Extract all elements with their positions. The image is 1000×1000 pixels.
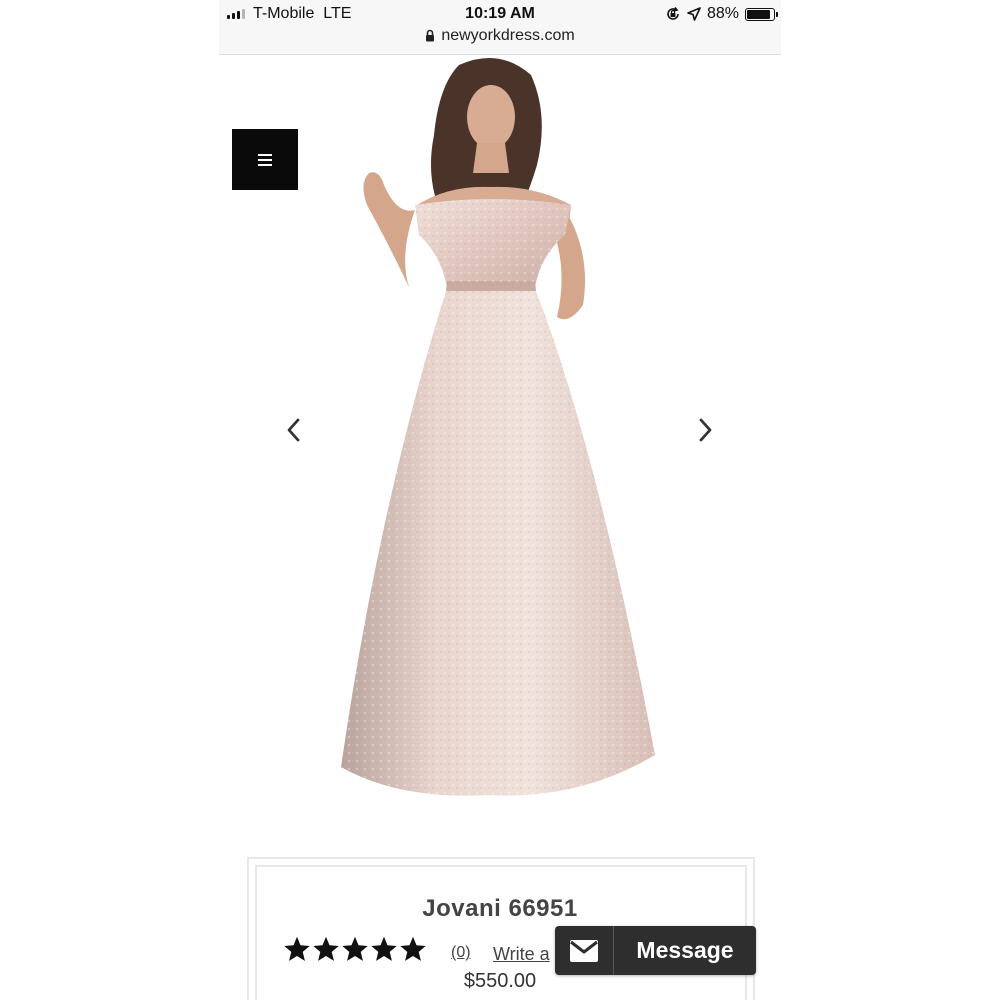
hamburger-icon: [258, 153, 272, 166]
url-text: newyorkdress.com: [441, 27, 575, 44]
envelope-icon: [570, 939, 598, 962]
address-bar[interactable]: newyorkdress.com: [219, 27, 781, 45]
location-arrow-icon: [687, 7, 701, 21]
lock-icon: [426, 29, 435, 42]
product-image-carousel[interactable]: [219, 55, 781, 845]
battery-icon: [745, 7, 778, 21]
status-right: 88%: [665, 5, 778, 23]
write-review-link[interactable]: Write a: [493, 944, 550, 965]
chevron-left-icon: [287, 418, 300, 442]
product-photo: [341, 57, 655, 796]
menu-button[interactable]: [232, 129, 298, 190]
carousel-next-button[interactable]: [691, 410, 721, 450]
star-icon: [371, 936, 397, 961]
star-icon: [342, 936, 368, 961]
mobile-browser-viewport: T-Mobile LTE 10:19 AM newyorkdress.com 8…: [219, 0, 781, 1000]
message-label: Message: [636, 937, 734, 963]
chevron-right-icon: [699, 418, 712, 442]
review-count-link[interactable]: (0): [451, 944, 471, 962]
product-title: Jovani 66951: [422, 895, 578, 922]
rating-stars[interactable]: [283, 935, 427, 963]
orientation-lock-icon: [667, 7, 679, 20]
status-bar: T-Mobile LTE 10:19 AM newyorkdress.com 8…: [219, 0, 781, 55]
star-icon: [400, 936, 426, 961]
message-button[interactable]: Message: [555, 926, 756, 975]
battery-percent: 88%: [706, 5, 739, 22]
message-icon-wrap: [555, 926, 614, 975]
carousel-prev-button[interactable]: [278, 410, 308, 450]
star-icon: [284, 936, 310, 961]
star-icon: [313, 936, 339, 961]
